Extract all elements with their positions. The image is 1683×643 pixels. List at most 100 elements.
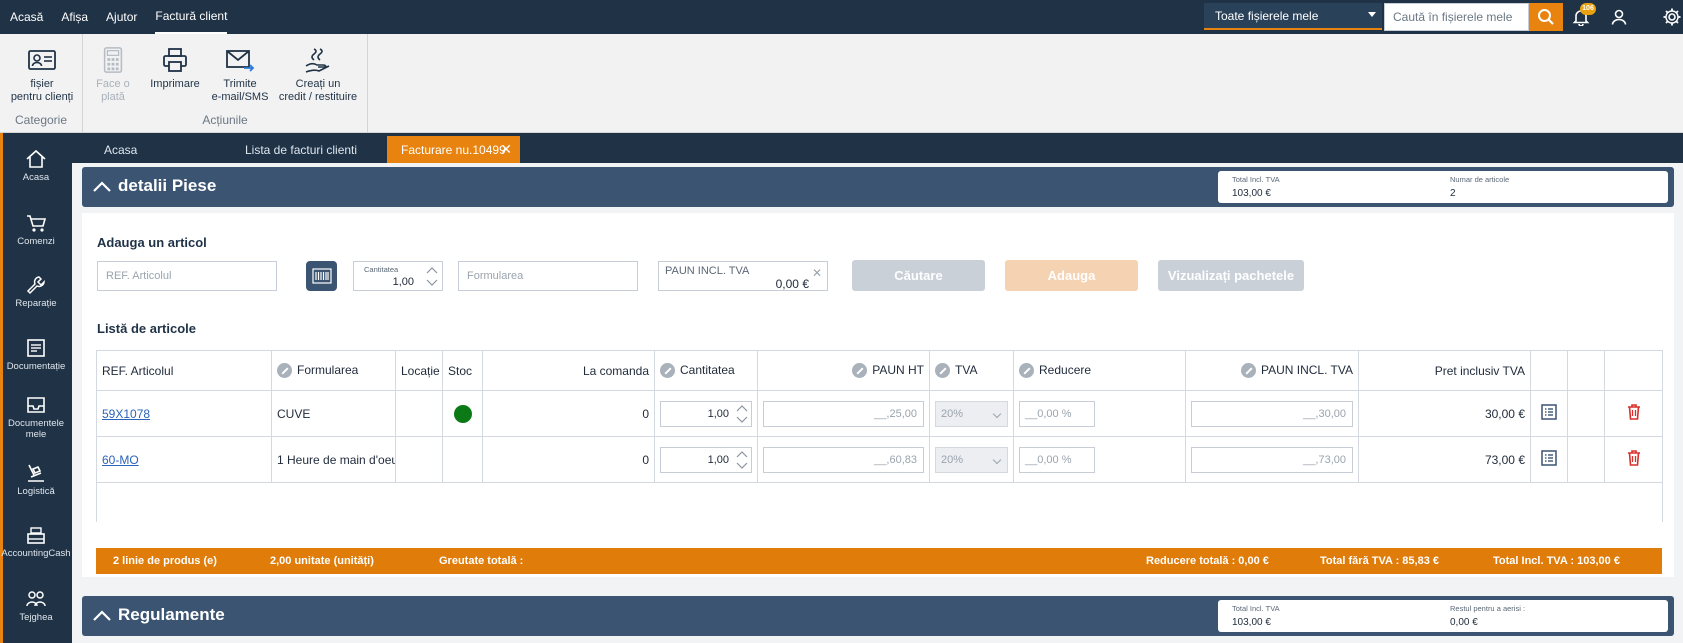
col-wording[interactable]: Formularea: [271, 350, 396, 391]
close-icon[interactable]: ✕: [500, 142, 512, 156]
create-credit-refund-button[interactable]: Creați un credit / restituire: [273, 46, 363, 104]
chevron-up-icon[interactable]: [425, 264, 439, 276]
id-card-icon: [28, 50, 56, 70]
tva-select[interactable]: 20%: [935, 446, 1008, 473]
total-units: 2,00 unitate (unități): [270, 555, 374, 567]
table-row: 59X1078 CUVE 0 1,00 __,25,00 20% __0,00 …: [96, 390, 1663, 437]
menu-acasa[interactable]: Acasă: [10, 0, 43, 34]
sidebar-item-documentele-mele[interactable]: Documentele mele: [0, 395, 72, 440]
cell-location: [395, 436, 443, 483]
edit-icon: [1240, 363, 1256, 379]
make-payment-label-2: plată: [101, 91, 125, 103]
trash-icon[interactable]: [1626, 403, 1642, 421]
col-paun-ht[interactable]: PAUN HT: [757, 350, 930, 391]
ribbon-group-label: Categorie: [14, 113, 68, 127]
sidebar-item-reparatie[interactable]: Reparație: [0, 275, 72, 309]
tab-facturare-10499[interactable]: Facturare nu.10499 ✕: [387, 136, 520, 163]
col-paun-incl[interactable]: PAUN INCL. TVA: [1185, 350, 1359, 391]
article-ref-input[interactable]: REF. Articolul: [97, 261, 277, 291]
cell-stock: [442, 436, 483, 483]
sidebar-item-logistica[interactable]: Logistică: [0, 463, 72, 497]
tva-select[interactable]: 20%: [935, 400, 1008, 427]
article-list-title: Listă de articole: [97, 321, 196, 336]
add-article-title: Adauga un articol: [97, 235, 207, 250]
sidebar-item-tejghea[interactable]: Tejghea: [0, 589, 72, 623]
ribbon-group-actiuni: Face o plată Imprimare Trimite e-mail/SM…: [83, 34, 368, 133]
empty-cell: [96, 482, 1663, 522]
col-quantity[interactable]: Cantitatea: [654, 350, 758, 391]
search-button[interactable]: [1529, 3, 1563, 31]
totals-bar: 2 linie de produs (e) 2,00 unitate (unit…: [96, 548, 1662, 574]
print-button[interactable]: Imprimare: [143, 46, 207, 91]
tab-acasa[interactable]: Acasa: [90, 136, 220, 163]
article-ref-link[interactable]: 60-MO: [102, 453, 139, 467]
col-price-incl[interactable]: Pret inclusiv TVA: [1358, 350, 1531, 391]
sidebar-item-comenzi[interactable]: Comenzi: [0, 213, 72, 247]
search-article-button[interactable]: Căutare: [852, 260, 985, 291]
discount-input[interactable]: __0,00 %: [1019, 446, 1095, 473]
paun-label: PAUN INCL. TVA: [665, 265, 750, 277]
chevron-down-icon[interactable]: [735, 460, 749, 471]
col-discount[interactable]: Reducere: [1013, 350, 1186, 391]
trash-icon[interactable]: [1626, 449, 1642, 467]
article-ref-link[interactable]: 59X1078: [102, 407, 150, 421]
sidebar-label: Acasa: [22, 172, 50, 183]
cell-wording: 1 Heure de main d'oeuvre: [271, 436, 396, 483]
row-quantity-stepper[interactable]: 1,00: [660, 446, 752, 473]
paun-incl-input[interactable]: __,73,00: [1191, 446, 1353, 473]
menu-ajutor[interactable]: Ajutor: [106, 0, 137, 34]
stock-available-indicator: [453, 404, 472, 423]
settlements-panel-header[interactable]: Regulamente Total Incl. TVA 103,00 € Res…: [82, 596, 1674, 636]
chevron-down-icon[interactable]: [425, 277, 439, 289]
settings-button[interactable]: [1661, 6, 1683, 28]
discount-input[interactable]: __0,00 %: [1019, 400, 1095, 427]
clear-icon[interactable]: ✕: [812, 266, 822, 280]
paun-incl-input[interactable]: __,30,00: [1191, 400, 1353, 427]
menu-afisa[interactable]: Afișa: [61, 0, 88, 34]
send-email-sms-button[interactable]: Trimite e-mail/SMS: [205, 46, 275, 104]
ribbon-group-categorie: fișier pentru clienți Categorie: [0, 34, 83, 133]
details-list-icon[interactable]: [1540, 449, 1558, 467]
home-icon: [26, 149, 46, 168]
chevron-down-icon: [992, 455, 1002, 464]
col-label: TVA: [955, 362, 978, 377]
cell-stock: [442, 390, 483, 437]
row-quantity-stepper[interactable]: 1,00: [660, 400, 752, 427]
col-tva[interactable]: TVA: [929, 350, 1014, 391]
view-packages-button[interactable]: Vizualizați pachetele: [1158, 260, 1304, 291]
col-ordered[interactable]: La comanda: [482, 350, 655, 391]
caret-down-icon: [1368, 12, 1376, 17]
details-list-icon[interactable]: [1540, 403, 1558, 421]
gear-icon: [1663, 8, 1681, 26]
menu-factura-client[interactable]: Factură client: [155, 0, 228, 34]
sidebar-item-documentatie[interactable]: Documentație: [0, 338, 72, 372]
paun-ht-input[interactable]: __,25,00: [763, 400, 924, 427]
table-header-row: REF. Articolul Formularea Locație Stoc L…: [96, 350, 1663, 391]
search-input[interactable]: Caută în fișierele mele: [1384, 3, 1529, 31]
sidebar-item-acasa[interactable]: Acasa: [0, 149, 72, 183]
file-scope-select[interactable]: Toate fișierele mele: [1204, 3, 1382, 30]
wording-input[interactable]: Formularea: [458, 261, 638, 291]
file-scope-value: Toate fișierele mele: [1215, 8, 1319, 23]
details-panel-header[interactable]: detalii Piese Total Incl. TVA 103,00 € N…: [82, 167, 1674, 207]
credit-label-1: Creați un: [295, 78, 341, 90]
chevron-down-icon[interactable]: [735, 414, 749, 425]
chevron-up-icon[interactable]: [735, 403, 749, 414]
paun-ht-input[interactable]: __,60,83: [763, 446, 924, 473]
paun-value: 0,00 €: [775, 277, 809, 291]
barcode-button[interactable]: [306, 261, 337, 291]
col-location[interactable]: Locație: [395, 350, 443, 391]
tva-value: 20%: [941, 453, 964, 466]
sidebar-item-accountingcash[interactable]: AccountingCash: [0, 525, 72, 559]
add-article-button[interactable]: Adauga: [1005, 260, 1138, 291]
total-weight: Greutate totală :: [439, 555, 524, 567]
chevron-up-icon[interactable]: [735, 449, 749, 460]
col-stock[interactable]: Stoc: [442, 350, 483, 391]
user-button[interactable]: [1608, 6, 1630, 28]
make-payment-button[interactable]: Face o plată: [91, 46, 135, 104]
col-ref[interactable]: REF. Articolul: [96, 350, 272, 391]
client-file-button[interactable]: fișier pentru clienți: [6, 46, 78, 104]
total-lines: 2 linie de produs (e): [113, 555, 217, 567]
quantity-stepper[interactable]: Cantitatea 1,00: [353, 261, 443, 291]
paun-incl-tva-input[interactable]: PAUN INCL. TVA 0,00 € ✕: [658, 261, 828, 291]
